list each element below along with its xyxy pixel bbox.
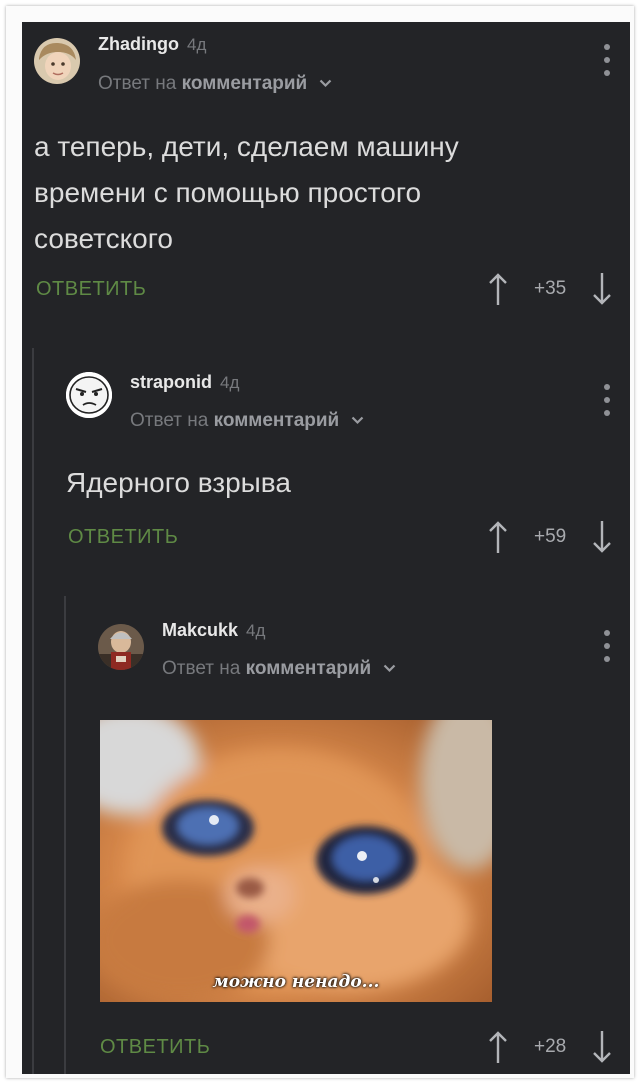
thread-line-level-1	[32, 348, 34, 1074]
reply-button[interactable]: ОТВЕТИТЬ	[100, 1036, 210, 1059]
username-text[interactable]: straponid	[130, 372, 212, 392]
username[interactable]: straponid 4д	[130, 372, 239, 393]
reply-button[interactable]: ОТВЕТИТЬ	[68, 526, 178, 549]
comment-age: 4д	[220, 373, 240, 392]
thread-line-level-2	[64, 596, 66, 1074]
more-vertical-icon[interactable]	[602, 630, 612, 662]
upvote-arrow-icon[interactable]	[488, 272, 508, 306]
more-vertical-icon[interactable]	[602, 44, 612, 76]
username[interactable]: Zhadingo 4д	[98, 34, 206, 55]
chevron-down-icon[interactable]	[383, 664, 396, 673]
vote-score: +59	[534, 526, 567, 547]
comment-image[interactable]: можно ненадо...	[100, 720, 492, 1002]
username[interactable]: Makcukk 4д	[162, 620, 265, 641]
username-text[interactable]: Zhadingo	[98, 34, 179, 54]
chevron-down-icon[interactable]	[319, 79, 332, 88]
comment-text: Ядерного взрыва	[66, 467, 291, 498]
reply-prefix: Ответ на	[98, 73, 177, 94]
reply-to[interactable]: Ответ на комментарий	[162, 658, 396, 680]
comment-age: 4д	[246, 621, 266, 640]
avatar[interactable]	[66, 372, 112, 418]
downvote-arrow-icon[interactable]	[592, 1030, 612, 1064]
reply-target-link[interactable]: комментарий	[214, 410, 340, 431]
reply-target-link[interactable]: комментарий	[246, 658, 372, 679]
more-vertical-icon[interactable]	[602, 384, 612, 416]
reply-target-link[interactable]: комментарий	[182, 73, 308, 94]
reply-prefix: Ответ на	[162, 658, 241, 679]
reply-button[interactable]: ОТВЕТИТЬ	[36, 278, 146, 301]
downvote-arrow-icon[interactable]	[592, 272, 612, 306]
avatar[interactable]	[98, 624, 144, 670]
comment-text: а теперь, дети, сделаем машину времени с…	[34, 131, 459, 254]
vote-widget: +59	[488, 520, 612, 554]
vote-score: +28	[534, 1036, 567, 1057]
vote-score: +35	[534, 278, 567, 299]
reply-to[interactable]: Ответ на комментарий	[130, 410, 364, 432]
avatar[interactable]	[34, 38, 80, 84]
upvote-arrow-icon[interactable]	[488, 1030, 508, 1064]
vote-widget: +28	[488, 1030, 612, 1064]
reply-prefix: Ответ на	[130, 410, 209, 431]
comment-age: 4д	[186, 35, 207, 54]
reply-to[interactable]: Ответ на комментарий	[98, 73, 332, 95]
upvote-arrow-icon[interactable]	[488, 520, 508, 554]
vote-widget: +35	[488, 272, 612, 306]
username-text[interactable]: Makcukk	[162, 620, 238, 640]
screenshot-frame: Zhadingo 4д Ответ на комментарий а теперь…	[6, 6, 634, 1078]
comments-screen: Zhadingo 4д Ответ на комментарий а теперь…	[22, 22, 630, 1074]
chevron-down-icon[interactable]	[351, 416, 364, 425]
image-caption: можно ненадо...	[212, 972, 380, 992]
downvote-arrow-icon[interactable]	[592, 520, 612, 554]
